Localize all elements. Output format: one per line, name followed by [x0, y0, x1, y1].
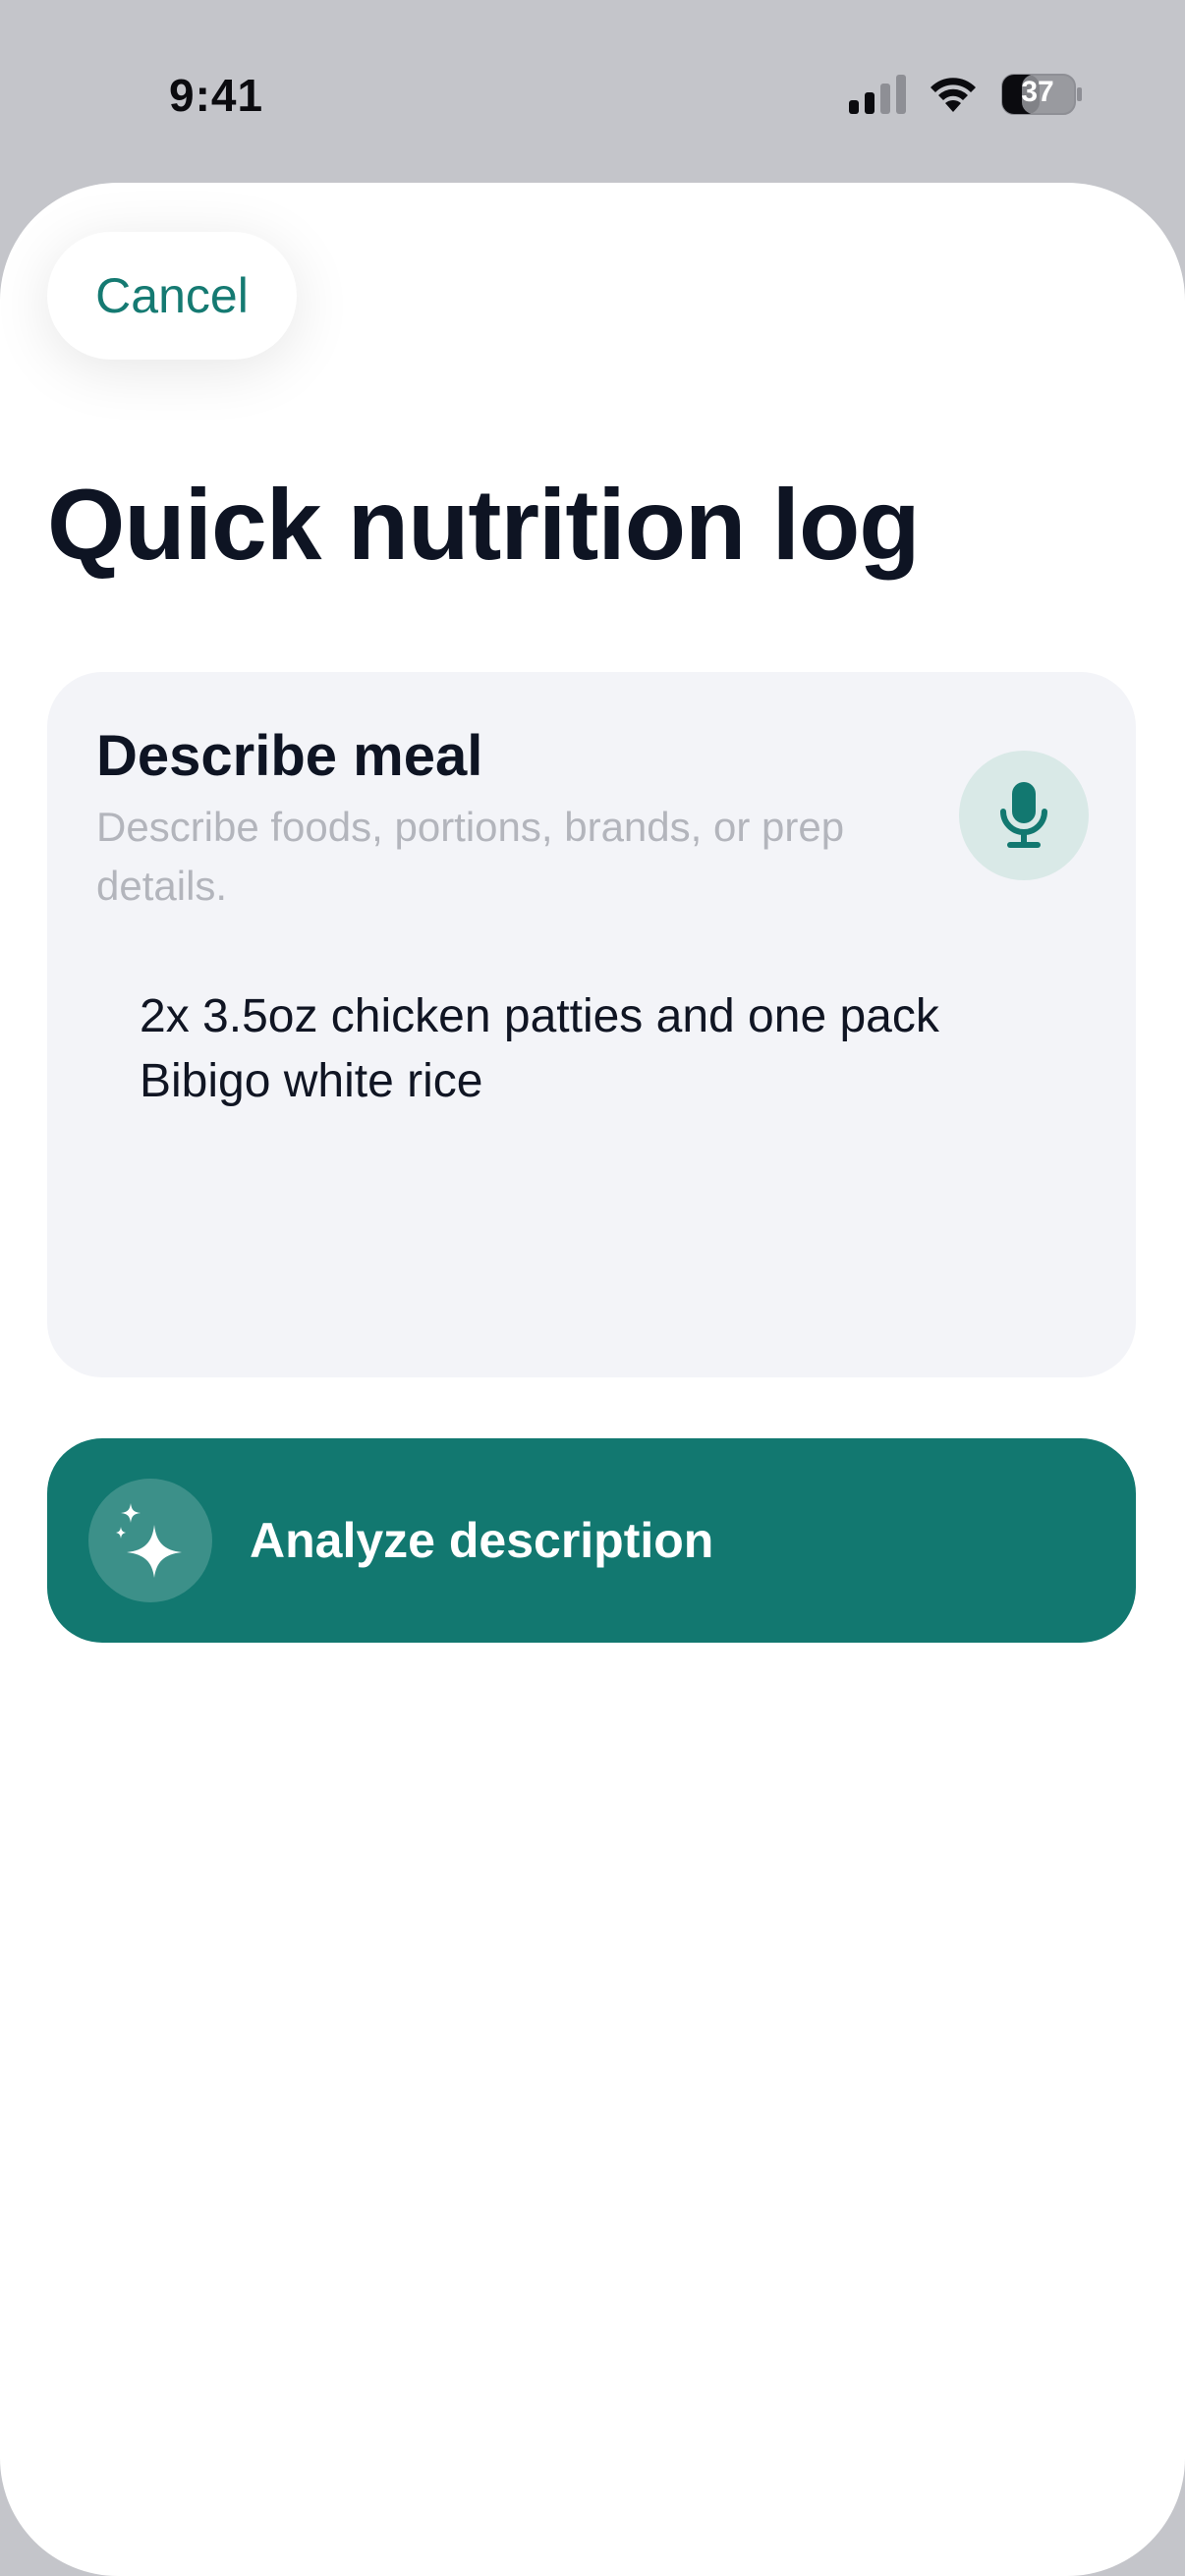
status-icons: 37	[849, 73, 1083, 116]
sparkles-icon	[116, 1503, 182, 1578]
analyze-description-button[interactable]: Analyze description	[47, 1438, 1136, 1643]
status-time: 9:41	[169, 70, 264, 121]
card-title: Describe meal	[96, 724, 483, 788]
modal-sheet: Cancel Quick nutrition log Describe meal…	[0, 183, 1185, 2576]
status-bar: 9:41 37	[0, 0, 1185, 183]
microphone-button[interactable]	[959, 751, 1089, 880]
wifi-icon	[931, 78, 976, 112]
analyze-button-label: Analyze description	[250, 1513, 714, 1568]
meal-description-input[interactable]: 2x 3.5oz chicken patties and one pack Bi…	[140, 984, 1063, 1338]
page-title: Quick nutrition log	[47, 469, 921, 581]
signal-icon	[849, 75, 906, 114]
analyze-icon-container	[88, 1479, 212, 1602]
microphone-icon	[1000, 782, 1047, 848]
describe-meal-card: Describe meal Describe foods, portions, …	[47, 672, 1136, 1377]
card-hint: Describe foods, portions, brands, or pre…	[96, 804, 845, 909]
cancel-button[interactable]: Cancel	[47, 232, 297, 360]
battery-level: 37	[1021, 76, 1054, 108]
battery-icon: 37	[1000, 73, 1083, 116]
